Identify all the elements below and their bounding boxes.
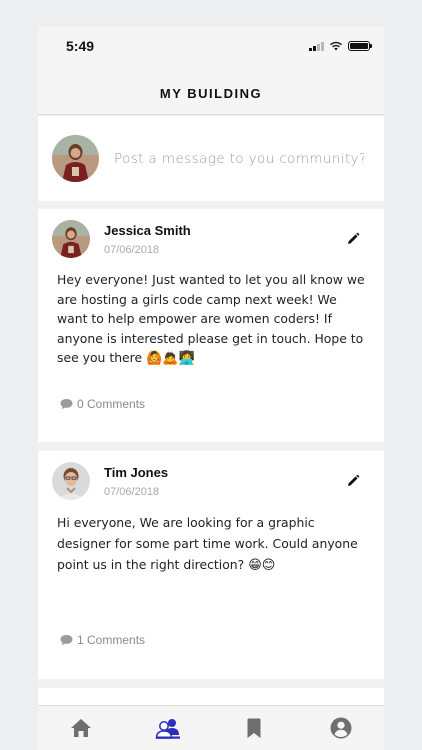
post-header: Jessica Smith 07/06/2018 — [38, 209, 384, 258]
comments-link[interactable]: 0 Comments — [60, 397, 145, 411]
battery-icon — [348, 41, 372, 51]
avatar — [52, 220, 90, 258]
tab-bookmarks[interactable] — [234, 711, 274, 745]
page-title: MY BUILDING — [159, 85, 263, 101]
author-block: Jessica Smith 07/06/2018 — [104, 219, 346, 256]
community-icon — [155, 719, 180, 739]
bookmark-icon — [247, 718, 261, 738]
wifi-icon — [330, 41, 342, 51]
profile-icon — [330, 717, 352, 739]
post-emojis: 🙆🙇👩‍💻 — [146, 351, 195, 366]
comments-count: 0 Comments — [77, 397, 146, 411]
edit-pencil-icon[interactable] — [346, 474, 360, 488]
post-text: Hey everyone! Just wanted to let you all… — [38, 270, 384, 369]
post-header: Tim Jones 07/06/2018 — [38, 451, 384, 500]
post-date: 07/06/2018 — [104, 486, 160, 498]
tab-bar — [38, 705, 384, 750]
avatar — [52, 462, 90, 500]
post-author[interactable]: Tim Jones — [104, 465, 346, 480]
avatar — [52, 135, 99, 182]
tab-profile[interactable] — [321, 711, 361, 745]
post-message-input[interactable] — [114, 150, 364, 167]
comments-link[interactable]: 1 Comments — [60, 633, 145, 647]
post-date: 07/06/2018 — [104, 244, 160, 256]
post-text-content: Hi everyone, We are looking for a graphi… — [57, 515, 358, 572]
comments-count: 1 Comments — [77, 633, 146, 647]
signal-icon — [309, 41, 324, 51]
compose-box — [38, 116, 384, 201]
post-card: Tim Jones 07/06/2018 Hi everyone, We are… — [38, 451, 384, 679]
post-card: Jessica Smith 07/06/2018 Hey everyone! J… — [38, 209, 384, 442]
author-block: Tim Jones 07/06/2018 — [104, 461, 346, 498]
tab-community[interactable] — [148, 711, 188, 745]
post-emojis: 😁😊 — [248, 558, 276, 573]
phone-screen: 5:49 MY BUILDING Post a message to you c… — [38, 26, 384, 750]
post-text: Hi everyone, We are looking for a graphi… — [38, 512, 384, 576]
comment-bubble-icon — [60, 635, 73, 646]
tab-home[interactable] — [61, 711, 101, 745]
status-bar: 5:49 — [38, 26, 384, 66]
post-author[interactable]: Jessica Smith — [104, 223, 346, 238]
status-icons — [309, 41, 372, 51]
home-icon — [71, 719, 92, 737]
comment-bubble-icon — [60, 399, 73, 410]
app-header: MY BUILDING — [38, 66, 384, 115]
post-text-content: Hey everyone! Just wanted to let you all… — [57, 272, 365, 365]
status-time: 5:49 — [66, 38, 95, 54]
edit-pencil-icon[interactable] — [346, 232, 360, 246]
